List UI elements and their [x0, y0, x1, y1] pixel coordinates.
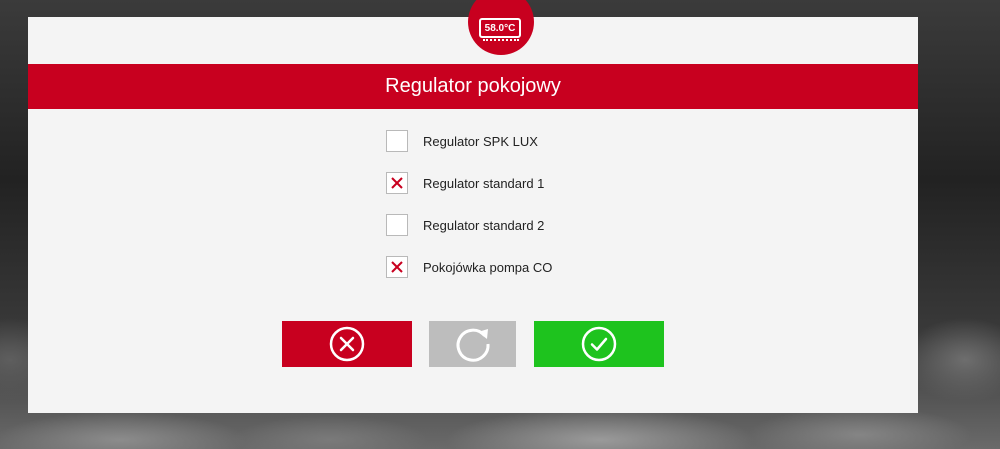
confirm-button[interactable] [534, 321, 664, 367]
temperature-value: 58.0°C [484, 22, 516, 34]
dialog-title: Regulator pokojowy [385, 75, 561, 97]
option-regulator-standard-2[interactable]: Regulator standard 2 [386, 212, 552, 238]
checkbox[interactable] [386, 214, 408, 236]
cancel-button[interactable] [282, 321, 412, 367]
checkbox[interactable] [386, 130, 408, 152]
display-dots-icon [483, 39, 519, 43]
check-circle-icon [581, 326, 617, 362]
checkbox[interactable] [386, 172, 408, 194]
room-regulator-dialog: 58.0°C Regulator pokojowy Regulator SPK … [28, 0, 918, 413]
x-mark-icon [391, 261, 403, 273]
x-mark-icon [391, 177, 403, 189]
temperature-display: 58.0°C [479, 18, 521, 38]
option-label: Pokojówka pompa CO [423, 259, 553, 275]
option-regulator-spk-lux[interactable]: Regulator SPK LUX [386, 128, 552, 154]
cancel-circle-icon [329, 326, 365, 362]
option-label: Regulator SPK LUX [423, 133, 538, 149]
dialog-title-bar: Regulator pokojowy [28, 64, 918, 109]
checkbox[interactable] [386, 256, 408, 278]
temperature-badge: 58.0°C [468, 0, 534, 55]
reset-button[interactable] [429, 321, 516, 367]
option-regulator-standard-1[interactable]: Regulator standard 1 [386, 170, 552, 196]
refresh-icon [456, 328, 490, 362]
option-label: Regulator standard 2 [423, 217, 545, 233]
option-label: Regulator standard 1 [423, 175, 545, 191]
option-pokojowka-pompa-co[interactable]: Pokojówka pompa CO [386, 254, 552, 280]
regulator-options-list: Regulator SPK LUX Regulator standard 1 R… [386, 128, 552, 296]
